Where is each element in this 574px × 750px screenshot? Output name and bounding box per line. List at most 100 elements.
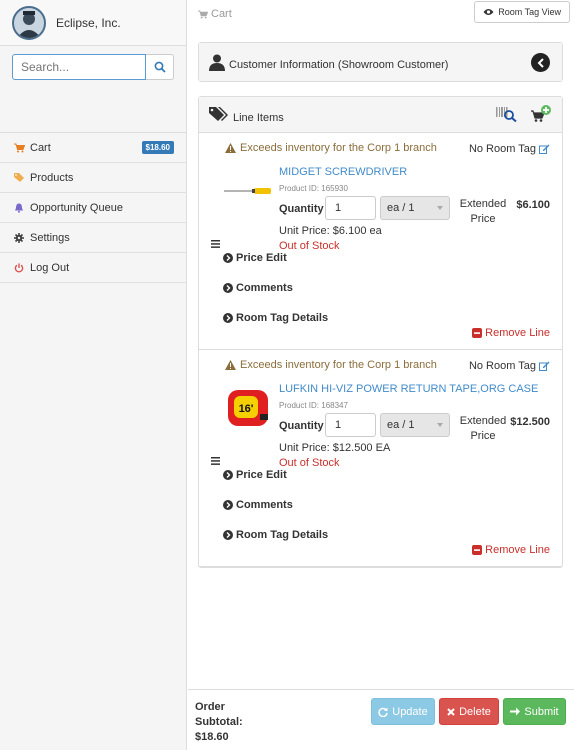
unit-price: Unit Price: $6.100 ea [279, 225, 382, 237]
drag-handle-icon[interactable] [211, 454, 220, 468]
line-items-header: Line Items [199, 97, 562, 133]
sidebar-item-log-out[interactable]: Log Out [0, 253, 186, 283]
remove-line-button[interactable]: Remove Line [472, 327, 550, 339]
comments-toggle[interactable]: Comments [223, 282, 293, 294]
refresh-icon [378, 707, 388, 717]
quantity-label: Quantity [279, 203, 324, 215]
chevron-circle-right-icon [223, 470, 233, 480]
inventory-warning: Exceeds inventory for the Corp 1 branch [225, 142, 437, 154]
product-image [223, 171, 273, 211]
edit-icon [539, 144, 550, 154]
search-button[interactable] [146, 54, 174, 80]
delete-label: Delete [459, 705, 491, 718]
sidebar-item-label: Products [30, 171, 74, 184]
product-name-link[interactable]: LUFKIN HI-VIZ POWER RETURN TAPE,ORG CASE [279, 383, 538, 395]
cart-icon [14, 143, 28, 153]
sidebar-item-label: Cart [30, 141, 51, 154]
remove-line-label: Remove Line [485, 544, 550, 556]
sidebar-item-settings[interactable]: Settings [0, 223, 186, 253]
room-tag-details-toggle[interactable]: Room Tag Details [223, 529, 328, 541]
chevron-circle-right-icon [223, 313, 233, 323]
user-icon [209, 54, 225, 71]
update-button[interactable]: Update [371, 698, 435, 725]
line-items-actions [496, 105, 552, 123]
chevron-left-icon [537, 57, 544, 68]
tape-size-label: 16' [239, 403, 254, 415]
power-icon [14, 263, 28, 273]
eye-icon [483, 9, 494, 15]
subtotal-value: $18.60 [195, 731, 229, 743]
sidebar-item-opportunity-queue[interactable]: Opportunity Queue [0, 193, 186, 223]
cart-icon [198, 9, 208, 19]
room-tag-details-toggle[interactable]: Room Tag Details [223, 312, 328, 324]
warning-icon [225, 360, 236, 370]
extended-price-label: Extended Price [459, 415, 507, 442]
remove-line-label: Remove Line [485, 327, 550, 339]
remove-line-button[interactable]: Remove Line [472, 544, 550, 556]
comments-toggle[interactable]: Comments [223, 499, 293, 511]
extended-price-label: Extended Price [459, 198, 507, 225]
search-input[interactable] [12, 54, 146, 80]
submit-button[interactable]: Submit [503, 698, 566, 725]
room-tag-edit[interactable]: No Room Tag [469, 143, 550, 155]
uom-value: ea / 1 [387, 419, 415, 431]
minus-square-icon [472, 328, 483, 338]
subtotal-label-line1: Order [195, 701, 225, 713]
comments-label: Comments [236, 499, 293, 511]
uom-select[interactable]: ea / 1 [380, 196, 450, 220]
room-tag-view-label: Room Tag View [498, 7, 561, 17]
product-id: Product ID: 168347 [279, 401, 348, 410]
price-edit-toggle[interactable]: Price Edit [223, 252, 287, 264]
price-edit-label: Price Edit [236, 252, 287, 264]
delete-button[interactable]: Delete [439, 698, 499, 725]
line-item: Exceeds inventory for the Corp 1 branch … [199, 133, 562, 350]
sidebar-item-cart[interactable]: Cart $18.60 [0, 133, 186, 163]
room-tag-edit[interactable]: No Room Tag [469, 360, 550, 372]
minus-square-icon [472, 545, 483, 555]
product-name-link[interactable]: MIDGET SCREWDRIVER [279, 166, 407, 178]
barcode-search-icon[interactable] [496, 106, 518, 122]
customer-info-panel: Customer Information (Showroom Customer) [198, 42, 563, 82]
cart-total-badge: $18.60 [141, 141, 174, 154]
avatar[interactable] [12, 5, 46, 40]
arrow-right-icon [510, 707, 521, 716]
line-items-title: Line Items [233, 111, 284, 124]
search-section [0, 46, 186, 133]
price-edit-label: Price Edit [236, 469, 287, 481]
room-tag-view-button[interactable]: Room Tag View [474, 1, 570, 23]
sidebar-item-label: Log Out [30, 261, 70, 274]
update-label: Update [392, 705, 428, 718]
breadcrumb-label: Cart [211, 8, 232, 20]
customer-info-header[interactable]: Customer Information (Showroom Customer) [199, 43, 562, 81]
edit-icon [539, 361, 550, 371]
inventory-warning: Exceeds inventory for the Corp 1 branch [225, 359, 437, 371]
room-tag-details-label: Room Tag Details [236, 312, 329, 324]
company-name: Eclipse, Inc. [56, 15, 121, 30]
collapse-button[interactable] [531, 53, 550, 72]
close-icon [447, 707, 455, 716]
warning-icon [225, 143, 236, 153]
quantity-label: Quantity [279, 420, 324, 432]
sidebar-item-products[interactable]: Products [0, 163, 186, 193]
stock-status: Out of Stock [279, 240, 340, 252]
sidebar-item-label: Settings [30, 231, 70, 244]
bell-icon [14, 203, 28, 213]
extended-price-value: $12.500 [510, 416, 550, 428]
add-to-cart-icon[interactable] [530, 105, 552, 123]
chevron-circle-right-icon [223, 253, 233, 263]
quantity-input[interactable]: 1 [325, 196, 376, 220]
top-bar: Cart Room Tag View [188, 0, 574, 28]
drag-handle-icon[interactable] [211, 237, 220, 251]
breadcrumb: Cart [198, 8, 232, 20]
quantity-input[interactable]: 1 [325, 413, 376, 437]
tags-icon [14, 172, 28, 183]
uom-value: ea / 1 [387, 202, 415, 214]
sidebar-item-label: Opportunity Queue [30, 201, 123, 214]
product-id: Product ID: 165930 [279, 184, 348, 193]
tags-icon [209, 106, 228, 121]
warning-text: Exceeds inventory for the Corp 1 branch [240, 359, 437, 371]
customer-info-title: Customer Information (Showroom Customer) [229, 59, 449, 71]
price-edit-toggle[interactable]: Price Edit [223, 469, 287, 481]
uom-select[interactable]: ea / 1 [380, 413, 450, 437]
room-tag-label: No Room Tag [468, 143, 536, 155]
